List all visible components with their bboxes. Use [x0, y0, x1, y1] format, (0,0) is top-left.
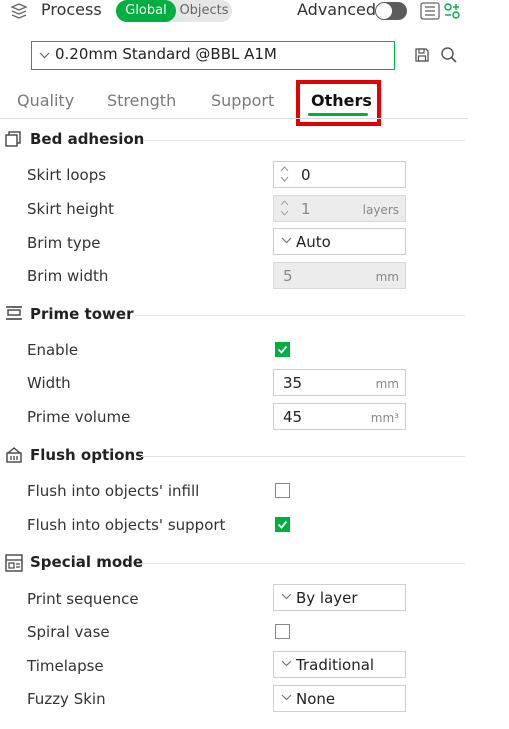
prime-volume-unit: mm³ — [370, 411, 399, 425]
compare-icon[interactable] — [443, 2, 461, 20]
print-sequence-dropdown[interactable]: By layer — [273, 584, 406, 611]
timelapse-dropdown[interactable]: Traditional — [273, 651, 406, 678]
skirt-loops-value: 0 — [301, 166, 311, 184]
process-layers-icon — [10, 3, 28, 19]
label-brim-width: Brim width — [27, 267, 109, 285]
width-input[interactable]: 35 mm — [273, 369, 406, 396]
width-unit: mm — [375, 377, 399, 391]
label-fuzzy-skin: Fuzzy Skin — [27, 690, 106, 708]
spinner-arrows-icon[interactable] — [279, 164, 290, 184]
advanced-label: Advanced — [297, 0, 377, 19]
prime-volume-value: 45 — [283, 408, 303, 426]
switch-knob — [376, 3, 392, 19]
chevron-down-icon — [281, 694, 292, 701]
preset-name: 0.20mm Standard @BBL A1M — [55, 45, 277, 63]
section-divider — [141, 563, 465, 564]
label-print-sequence: Print sequence — [27, 590, 139, 608]
section-title-bed-adhesion: Bed adhesion — [30, 130, 145, 148]
label-prime-volume: Prime volume — [27, 408, 131, 426]
tab-support[interactable]: Support — [211, 91, 274, 110]
skirt-height-input: 1 layers — [273, 195, 406, 222]
section-divider — [135, 315, 465, 316]
skirt-height-value: 1 — [301, 200, 311, 218]
chevron-down-icon — [281, 660, 292, 667]
label-brim-type: Brim type — [27, 234, 101, 252]
process-title: Process — [41, 0, 102, 19]
prime-tower-icon — [5, 305, 23, 321]
section-title-flush-options: Flush options — [30, 446, 145, 464]
section-divider — [141, 456, 465, 457]
skirt-height-unit: layers — [362, 203, 399, 217]
advanced-switch[interactable] — [375, 2, 407, 20]
label-skirt-loops: Skirt loops — [27, 166, 107, 184]
skirt-loops-input[interactable]: 0 — [273, 161, 406, 188]
section-title-special-mode: Special mode — [30, 553, 144, 571]
preset-dropdown[interactable]: 0.20mm Standard @BBL A1M — [31, 41, 395, 70]
search-icon[interactable] — [440, 46, 458, 64]
chevron-down-icon — [39, 52, 50, 59]
toggle-global[interactable]: Global — [116, 0, 176, 22]
fuzzy-skin-value: None — [296, 690, 336, 708]
list-view-icon[interactable] — [420, 2, 440, 20]
brim-width-input: 5 mm — [273, 262, 406, 289]
global-objects-toggle[interactable]: Global Objects — [116, 0, 232, 22]
section-title-prime-tower: Prime tower — [30, 305, 134, 323]
label-flush-support: Flush into objects' support — [27, 516, 226, 534]
save-icon[interactable] — [414, 47, 430, 63]
label-enable: Enable — [27, 341, 79, 359]
tab-quality[interactable]: Quality — [17, 91, 74, 110]
label-width: Width — [27, 374, 71, 392]
fuzzy-skin-dropdown[interactable]: None — [273, 685, 406, 712]
label-spiral-vase: Spiral vase — [27, 623, 110, 641]
chevron-down-icon — [281, 237, 292, 244]
print-sequence-value: By layer — [296, 589, 358, 607]
enable-checkbox[interactable] — [275, 342, 290, 357]
flush-support-checkbox[interactable] — [275, 517, 290, 532]
timelapse-value: Traditional — [296, 656, 375, 674]
spiral-vase-checkbox[interactable] — [275, 624, 290, 639]
width-value: 35 — [283, 374, 303, 392]
brim-width-unit: mm — [375, 270, 399, 284]
flush-options-icon — [5, 446, 23, 464]
brim-type-value: Auto — [296, 233, 331, 251]
toggle-objects[interactable]: Objects — [176, 0, 232, 22]
special-mode-icon — [5, 554, 23, 572]
chevron-down-icon — [281, 593, 292, 600]
tab-strength[interactable]: Strength — [107, 91, 176, 110]
brim-type-dropdown[interactable]: Auto — [273, 228, 406, 255]
highlight-annotation-box — [296, 80, 381, 126]
tabs-divider — [0, 118, 468, 119]
spinner-arrows-icon — [279, 198, 290, 218]
bed-adhesion-icon — [5, 131, 22, 148]
prime-volume-input[interactable]: 45 mm³ — [273, 403, 406, 430]
section-divider — [144, 140, 465, 141]
label-skirt-height: Skirt height — [27, 200, 115, 218]
flush-infill-checkbox[interactable] — [275, 483, 290, 498]
label-flush-infill: Flush into objects' infill — [27, 482, 200, 500]
brim-width-value: 5 — [283, 267, 293, 285]
label-timelapse: Timelapse — [27, 657, 104, 675]
